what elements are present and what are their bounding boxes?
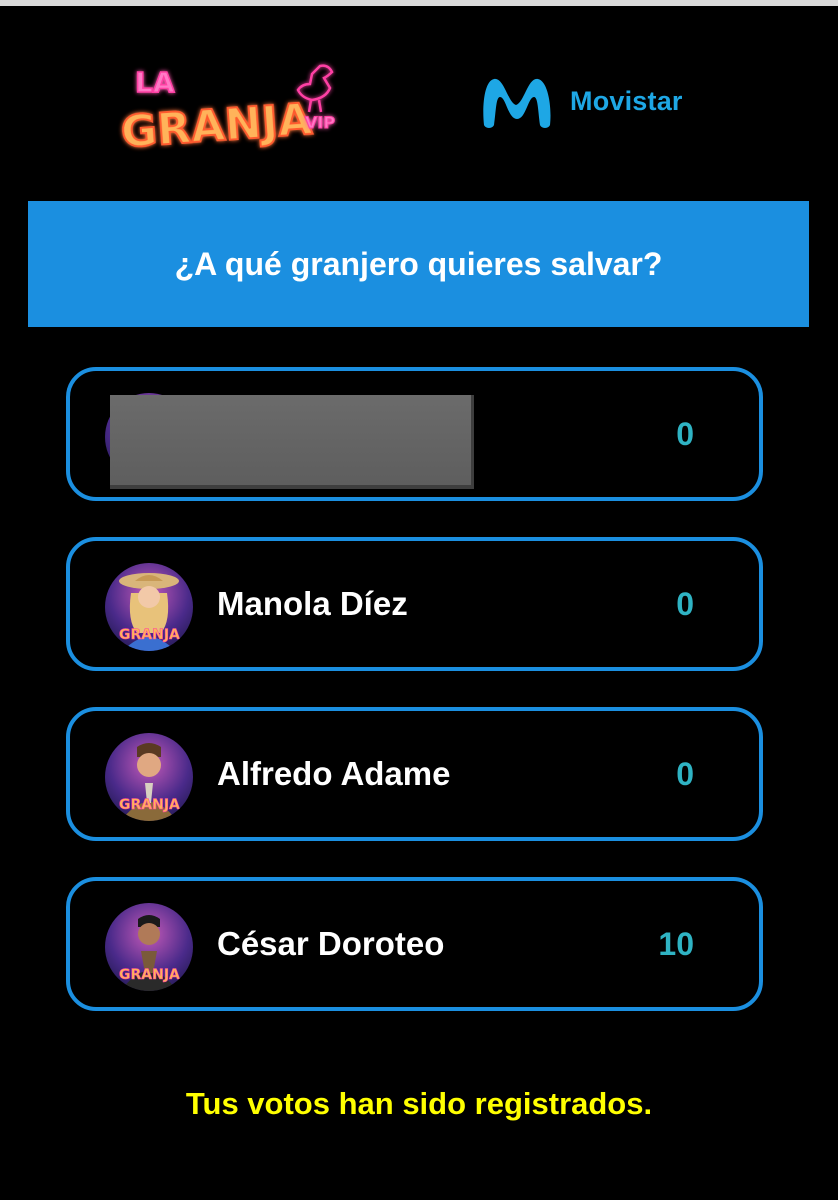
redacted-contestant-name bbox=[110, 395, 474, 489]
contestant-name: Alfredo Adame bbox=[217, 755, 451, 792]
contestant-name: César Doroteo bbox=[217, 925, 445, 962]
vote-option-alfredo-adame[interactable]: GRANJA Alfredo Adame 0 bbox=[66, 707, 763, 841]
la-granja-vip-logo: LA GRANJA VIP bbox=[115, 58, 347, 160]
svg-text:GRANJA: GRANJA bbox=[119, 797, 180, 813]
svg-text:GRANJA: GRANJA bbox=[119, 967, 180, 983]
logo-line1: LA bbox=[135, 66, 175, 99]
vote-count: 0 bbox=[676, 585, 694, 622]
vote-count: 10 bbox=[658, 925, 694, 962]
vote-option-cesar-doroteo[interactable]: GRANJA César Doroteo 10 bbox=[66, 877, 763, 1011]
svg-text:GRANJA: GRANJA bbox=[119, 627, 180, 643]
vote-option-1[interactable]: 0 bbox=[66, 367, 763, 501]
movistar-brand-text: Movistar bbox=[570, 85, 683, 116]
contestant-name: Manola Díez bbox=[217, 585, 408, 622]
logo-badge: VIP bbox=[305, 113, 335, 132]
contestant-avatar: GRANJA bbox=[105, 563, 193, 651]
vote-count: 0 bbox=[676, 755, 694, 792]
browser-top-strip bbox=[0, 0, 838, 6]
question-banner: ¿A qué granjero quieres salvar? bbox=[28, 201, 809, 327]
vote-confirmation-message: Tus votos han sido registrados. bbox=[185, 1086, 653, 1121]
movistar-logo: Movistar bbox=[478, 68, 718, 134]
contestant-avatar: GRANJA bbox=[105, 733, 193, 821]
contestant-avatar: GRANJA bbox=[105, 903, 193, 991]
vote-option-manola-diez[interactable]: GRANJA Manola Díez 0 bbox=[66, 537, 763, 671]
movistar-m-icon bbox=[483, 78, 551, 128]
logo-line2: GRANJA bbox=[119, 94, 313, 158]
vote-count: 0 bbox=[676, 415, 694, 452]
poll-question: ¿A qué granjero quieres salvar? bbox=[174, 245, 663, 282]
